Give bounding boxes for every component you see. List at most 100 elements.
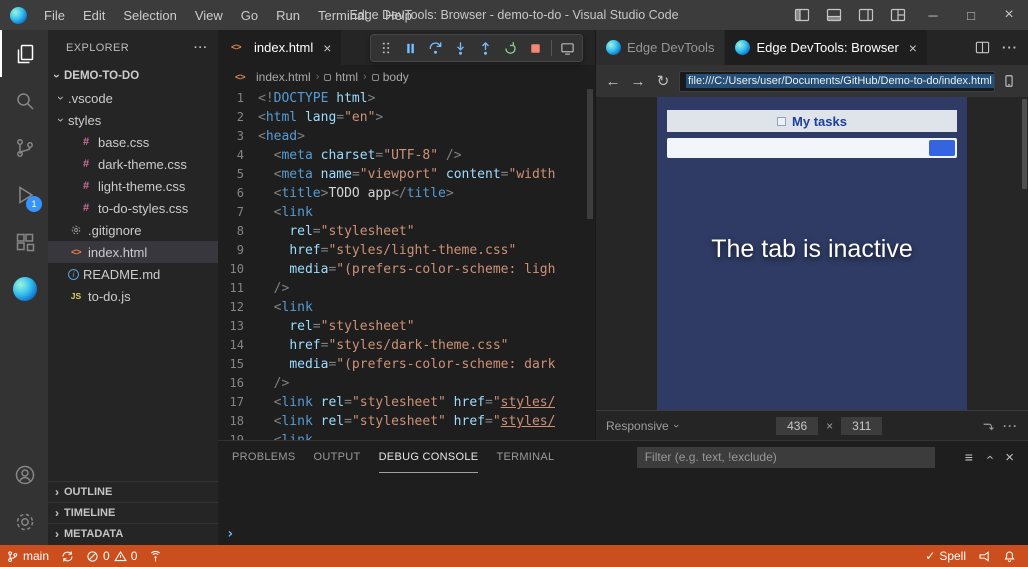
back-icon[interactable]: ← <box>604 73 622 90</box>
tree-item-.vscode[interactable]: › .vscode <box>48 87 218 109</box>
stop-icon[interactable] <box>524 37 547 60</box>
url-bar[interactable]: file:///C:/Users/user/Documents/GitHub/D… <box>679 70 995 92</box>
refresh-icon[interactable]: ↻ <box>654 72 672 90</box>
forward-icon[interactable]: → <box>629 73 647 90</box>
filter-lines-icon[interactable]: ≡ <box>965 449 973 465</box>
toggle-panel-icon[interactable] <box>818 0 850 30</box>
toggle-secondary-sidebar-icon[interactable] <box>850 0 882 30</box>
breadcrumb-html[interactable]: html <box>324 70 358 84</box>
menu-view[interactable]: View <box>186 0 232 30</box>
line-number: 9 <box>236 243 244 257</box>
rotate-viewport-icon[interactable] <box>981 419 995 433</box>
viewport-height-field[interactable]: 311 <box>841 416 883 435</box>
menu-run[interactable]: Run <box>267 0 309 30</box>
broadcast-icon[interactable] <box>143 545 168 567</box>
run-debug-icon[interactable]: 1 <box>0 171 48 218</box>
menu-terminal[interactable]: Terminal <box>309 0 376 30</box>
tree-item-index.html[interactable]: <> index.html <box>48 241 218 263</box>
spell-checker-indicator[interactable]: ✓ Spell <box>919 545 972 567</box>
account-icon[interactable] <box>0 451 48 498</box>
tab-index-html[interactable]: <> index.html × <box>218 30 342 65</box>
code-text: <link <box>273 300 313 315</box>
status-bar: main 0 0 ✓ Spell <box>0 545 1028 567</box>
panel-tab-problems[interactable]: PROBLEMS <box>232 441 296 473</box>
tab-edge-devtools[interactable]: Edge DevTools <box>596 30 726 65</box>
more-options-icon[interactable]: ··· <box>1003 419 1018 433</box>
code-editor[interactable]: 1 <!DOCTYPE html> 2 <html lang="en"> 3 <head>… <box>218 89 595 440</box>
line-number: 3 <box>236 129 244 143</box>
tree-item-README.md[interactable]: i README.md <box>48 263 218 285</box>
panel-tab-debug-console[interactable]: DEBUG CONSOLE <box>378 441 479 473</box>
maximize-button[interactable]: □ <box>952 0 990 30</box>
menu-bar: File Edit Selection View Go Run Terminal Help <box>35 0 421 30</box>
tree-root-folder[interactable]: › DEMO-TO-DO <box>48 65 218 87</box>
panel-tab-terminal[interactable]: TERMINAL <box>496 441 554 473</box>
close-window-button[interactable]: × <box>990 0 1028 30</box>
menu-go[interactable]: Go <box>232 0 267 30</box>
more-actions-icon[interactable]: ··· <box>1002 40 1018 55</box>
branch-indicator[interactable]: main <box>0 545 55 567</box>
explorer-icon[interactable] <box>0 30 48 77</box>
symbol-icon <box>371 73 379 81</box>
screencast-icon[interactable] <box>556 37 579 60</box>
problems-indicator[interactable]: 0 0 <box>80 545 143 567</box>
section-outline[interactable]: › OUTLINE <box>48 481 218 502</box>
notifications-bell-icon[interactable] <box>997 545 1022 567</box>
tree-item-.gitignore[interactable]: .gitignore <box>48 219 218 241</box>
menu-help[interactable]: Help <box>376 0 421 30</box>
code-text: <link <box>258 431 313 440</box>
activity-bar: 1 <box>0 30 48 545</box>
tree-item-to-do-styles.css[interactable]: # to-do-styles.css <box>48 197 218 219</box>
source-control-icon[interactable] <box>0 124 48 171</box>
edge-devtools-icon[interactable] <box>0 265 48 312</box>
debug-console-output[interactable]: › <box>218 473 1028 545</box>
toggle-primary-sidebar-icon[interactable] <box>786 0 818 30</box>
close-tab-icon[interactable]: × <box>323 40 331 56</box>
extensions-icon[interactable] <box>0 218 48 265</box>
step-over-icon[interactable] <box>424 37 447 60</box>
explorer-actions-icon[interactable]: ··· <box>194 42 208 54</box>
breadcrumb-body[interactable]: body <box>371 70 409 84</box>
scrollbar-thumb[interactable] <box>587 89 593 219</box>
customize-layout-icon[interactable] <box>882 0 914 30</box>
viewport-width-field[interactable]: 436 <box>776 416 819 435</box>
tab-edge-devtools-browser[interactable]: Edge DevTools: Browser × <box>725 30 928 65</box>
section-timeline[interactable]: › TIMELINE <box>48 502 218 523</box>
chevron-up-icon[interactable]: › <box>982 455 997 459</box>
menu-edit[interactable]: Edit <box>74 0 114 30</box>
gripper-icon[interactable] <box>374 37 397 60</box>
scrollbar-thumb[interactable] <box>1022 99 1027 189</box>
tree-item-to-do.js[interactable]: JS to-do.js <box>48 285 218 307</box>
code-line: 7 <link <box>218 203 595 222</box>
close-panel-icon[interactable]: × <box>1005 449 1014 466</box>
toolbar-separator <box>551 40 552 56</box>
tree-item-styles[interactable]: › styles <box>48 109 218 131</box>
sync-icon[interactable] <box>55 545 80 567</box>
tree-item-dark-theme.css[interactable]: # dark-theme.css <box>48 153 218 175</box>
close-tab-icon[interactable]: × <box>909 40 917 56</box>
browser-viewport[interactable]: My tasks The tab is inactive <box>596 97 1028 410</box>
tree-item-light-theme.css[interactable]: # light-theme.css <box>48 175 218 197</box>
section-metadata[interactable]: › METADATA <box>48 523 218 544</box>
viewport-scrollbar[interactable] <box>1020 97 1028 410</box>
settings-gear-icon[interactable] <box>0 498 48 545</box>
device-emulation-icon[interactable] <box>1002 74 1020 88</box>
step-out-icon[interactable] <box>474 37 497 60</box>
step-into-icon[interactable] <box>449 37 472 60</box>
pause-icon[interactable] <box>399 37 422 60</box>
editor-scrollbar[interactable] <box>585 89 595 440</box>
panel-tab-output[interactable]: OUTPUT <box>314 441 361 473</box>
menu-file[interactable]: File <box>35 0 74 30</box>
console-filter-input[interactable] <box>636 446 935 468</box>
minimize-button[interactable]: ─ <box>914 0 952 30</box>
feedback-icon[interactable] <box>972 545 997 567</box>
tree-item-base.css[interactable]: # base.css <box>48 131 218 153</box>
search-icon[interactable] <box>0 77 48 124</box>
devtools-tab-actions: ··· <box>975 30 1028 65</box>
restart-icon[interactable] <box>499 37 522 60</box>
menu-selection[interactable]: Selection <box>114 0 185 30</box>
split-editor-icon[interactable] <box>975 40 990 55</box>
console-prompt[interactable]: › <box>226 526 234 542</box>
device-selector[interactable]: Responsive › <box>606 419 682 433</box>
breadcrumb-file[interactable]: <> index.html <box>232 70 311 84</box>
